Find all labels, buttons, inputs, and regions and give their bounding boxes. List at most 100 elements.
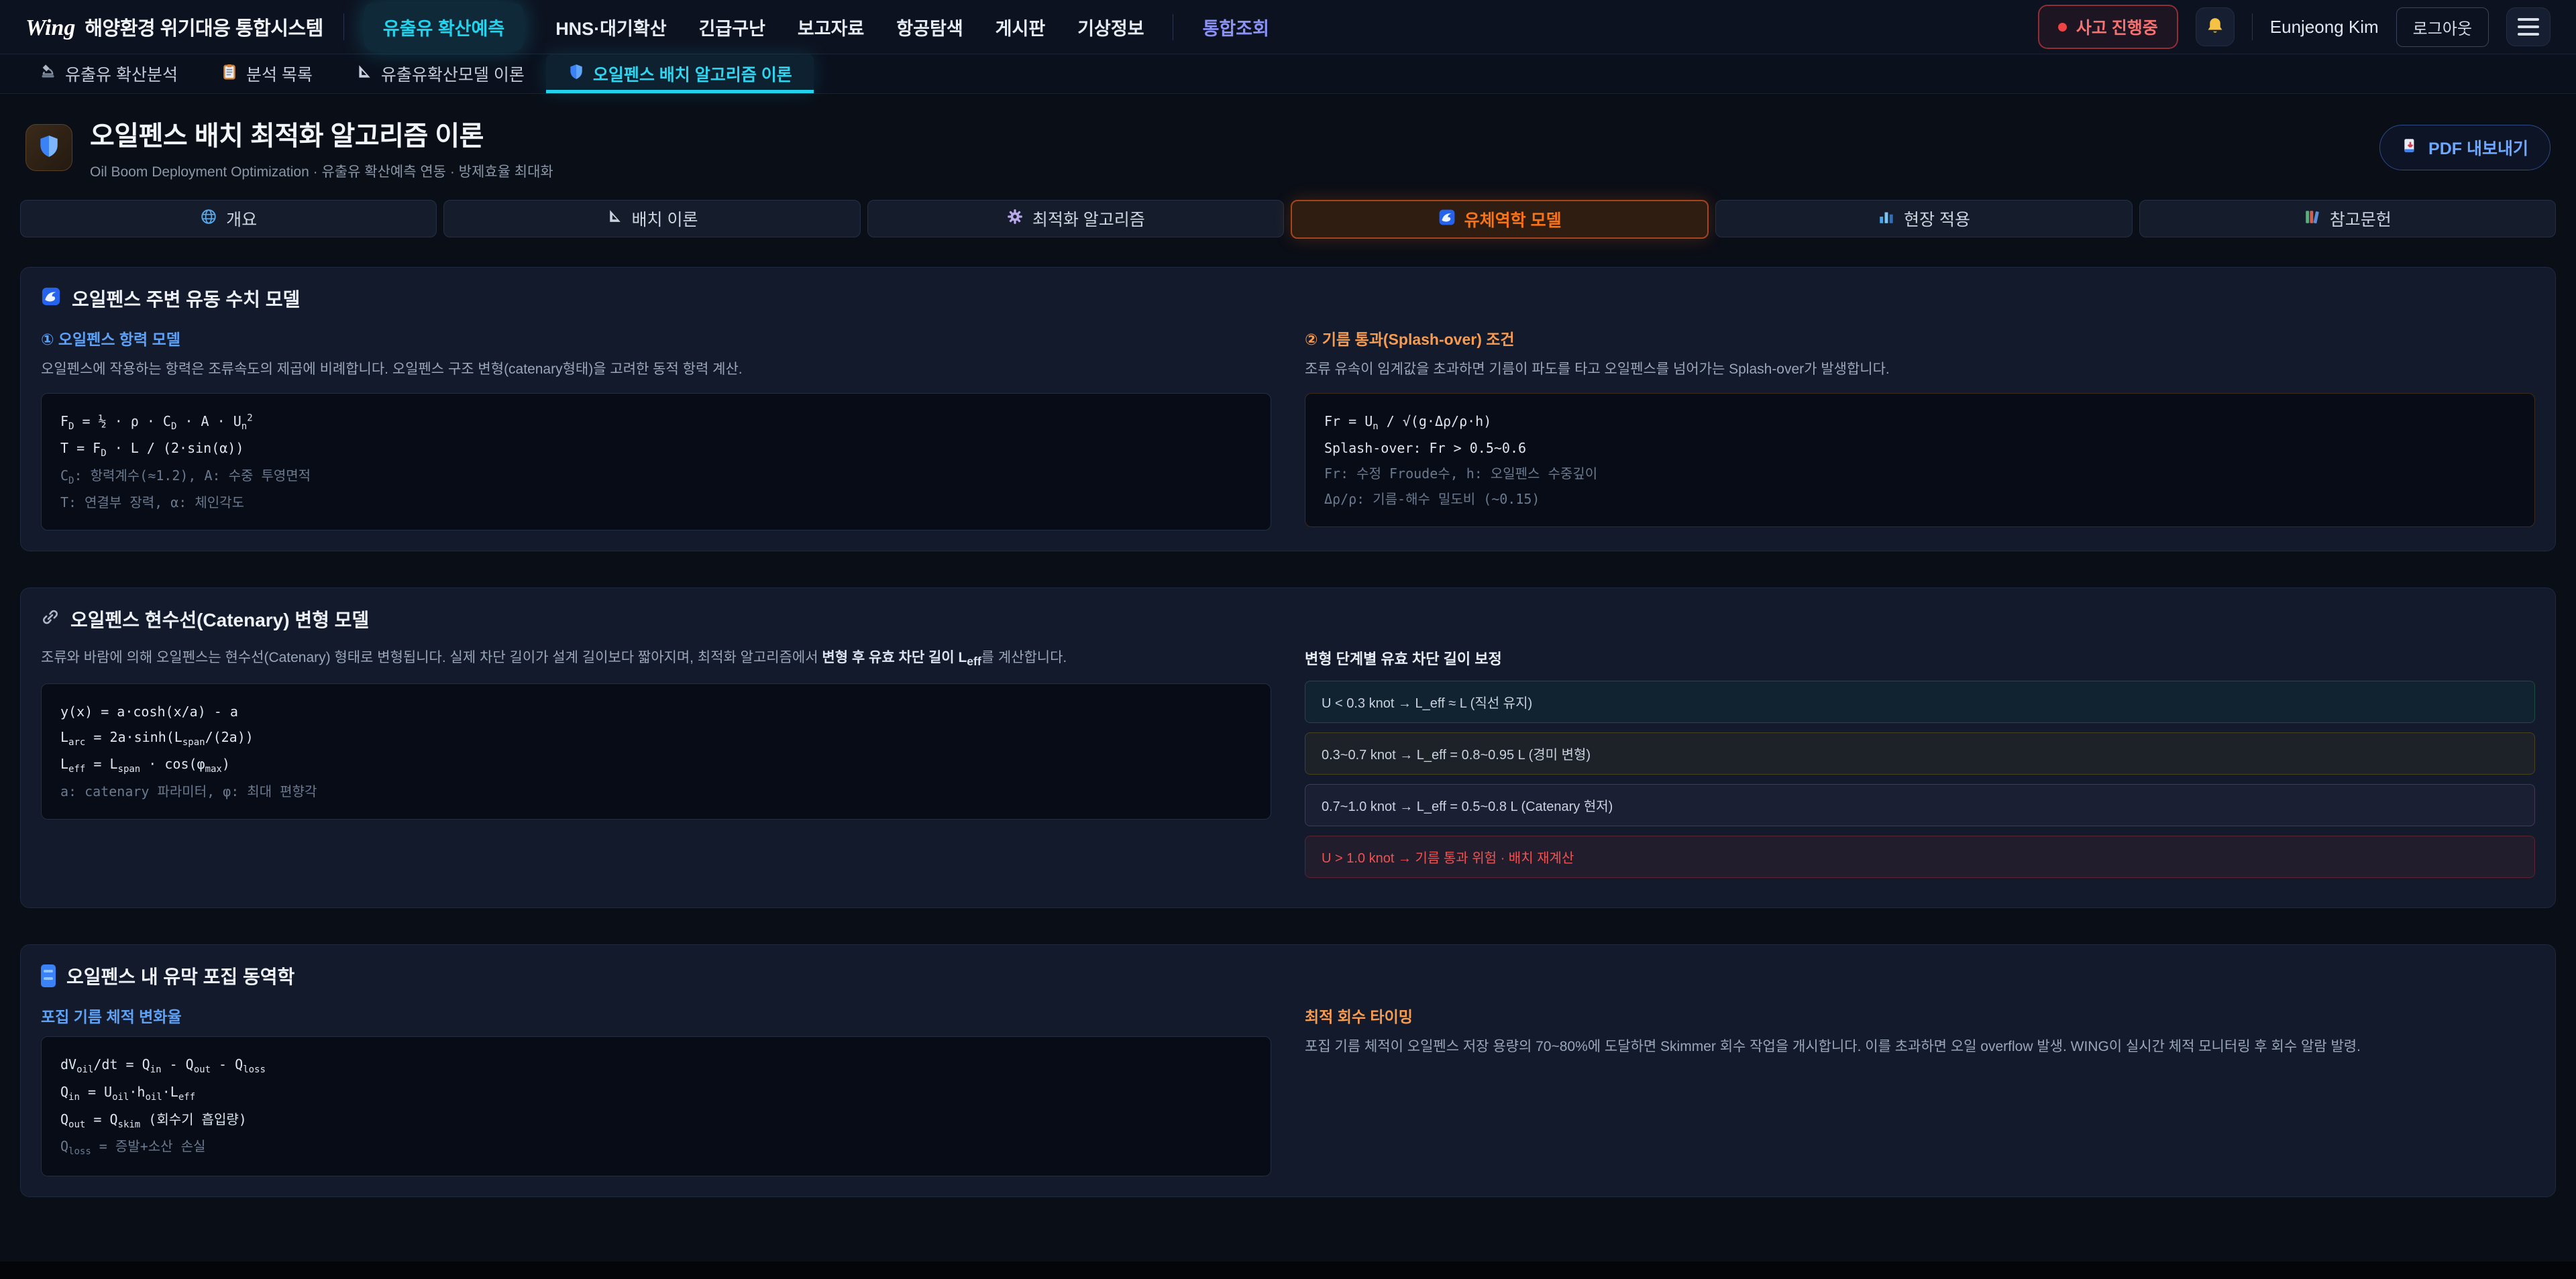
subtab-oilboom-algorithm-theory[interactable]: 오일펜스 배치 알고리즘 이론 xyxy=(546,54,814,93)
main-nav: 유출유 확산예측 HNS·대기확산 긴급구난 보고자료 항공탐색 게시판 기상정… xyxy=(364,3,1269,51)
shield-icon xyxy=(36,133,62,162)
flow-model-card: 오일펜스 주변 유동 수치 모델 ① 오일펜스 항력 모델 오일펜스에 작용하는… xyxy=(20,267,2556,551)
formula-comment-line: Fr: 수정 Froude수, h: 오일펜스 수중깊이 xyxy=(1324,461,2516,486)
subtab-label: 유출유 확산분석 xyxy=(65,62,178,86)
subtab-analysis-list[interactable]: 분석 목록 xyxy=(199,54,334,93)
pdf-document-icon xyxy=(2402,137,2419,159)
incident-dot-icon xyxy=(2058,23,2067,32)
recovery-timing-heading: 최적 회수 타이밍 xyxy=(1305,1004,2535,1027)
nav-item-weather-info[interactable]: 기상정보 xyxy=(1077,14,1144,40)
flow-model-columns: ① 오일펜스 항력 모델 오일펜스에 작용하는 항력은 조류속도의 제곱에 비례… xyxy=(41,327,2535,531)
formula-line: Qin = Uoil·hoil·Leff xyxy=(60,1079,1252,1107)
formula-line: Leff = Lspan · cos(φmax) xyxy=(60,751,1252,779)
drag-model-heading: ① 오일펜스 항력 모델 xyxy=(41,327,1271,349)
header-right-cluster: 사고 진행중 Eunjeong Kim 로그아웃 xyxy=(2038,5,2551,49)
gear-icon xyxy=(1006,208,1024,230)
subtab-label: 유출유확산모델 이론 xyxy=(381,62,525,86)
formula-comment-line: a: catenary 파라미터, φ: 최대 편향각 xyxy=(60,779,1252,804)
set-square-icon xyxy=(606,208,623,229)
shield-icon xyxy=(568,63,585,85)
nav-item-board[interactable]: 게시판 xyxy=(996,14,1046,40)
set-square-icon xyxy=(356,63,373,85)
splash-over-description: 조류 유속이 임계값을 초과하면 기름이 파도를 타고 오일펜스를 넘어가는 S… xyxy=(1305,359,2535,381)
tab-label: 현장 적용 xyxy=(1904,207,1970,231)
formula-comment-line: T: 연결부 장력, α: 체인각도 xyxy=(60,490,1252,515)
deformation-rule-row: U > 1.0 knot → 기름 통과 위험 · 배치 재계산 xyxy=(1305,836,2535,878)
bell-icon xyxy=(2205,16,2225,38)
catenary-description-text: 조류와 바람에 의해 오일펜스는 현수선(Catenary) 형태로 변형됩니다… xyxy=(41,650,822,665)
app-header: Wing 해양환경 위기대응 통합시스템 유출유 확산예측 HNS·대기확산 긴… xyxy=(0,0,2576,54)
link-icon xyxy=(41,608,60,631)
wave-icon xyxy=(41,286,61,311)
catenary-description-bold: 변형 후 유효 차단 길이 Leff xyxy=(822,650,981,665)
formula-line: y(x) = a·cosh(x/a) - a xyxy=(60,699,1252,724)
tab-deployment-theory[interactable]: 배치 이론 xyxy=(443,200,860,237)
nav-item-oil-spill-prediction[interactable]: 유출유 확산예측 xyxy=(364,3,523,51)
splash-over-formula-block: Fr = Un / √(g·Δρ/ρ·h) Splash-over: Fr > … xyxy=(1305,393,2535,528)
deformation-rule-row: 0.7~1.0 knot → L_eff = 0.5~0.8 L (Catena… xyxy=(1305,784,2535,826)
deformation-rules-column: 변형 단계별 유효 차단 길이 보정 U < 0.3 knot → L_eff … xyxy=(1305,647,2535,887)
subtab-spill-diffusion-analysis[interactable]: 유출유 확산분석 xyxy=(17,54,199,93)
tab-field-application[interactable]: 현장 적용 xyxy=(1715,200,2132,237)
formula-line: Splash-over: Fr > 0.5~0.6 xyxy=(1324,435,2516,461)
nav-item-integrated-search[interactable]: 통합조회 xyxy=(1173,14,1269,40)
page-head: 오일펜스 배치 최적화 알고리즘 이론 Oil Boom Deployment … xyxy=(0,94,2576,197)
drag-model-formula-block: FD = ½ · ρ · CD · A · Un2 T = FD · L / (… xyxy=(41,393,1271,531)
subtab-bar: 유출유 확산분석 분석 목록 유출유확산모델 이론 오일펜스 배치 알고리즘 이… xyxy=(0,54,2576,94)
catenary-description-text: 를 계산합니다. xyxy=(981,650,1067,665)
page-subtitle: Oil Boom Deployment Optimization · 유출유 확… xyxy=(90,161,553,181)
deformation-rule-row: 0.3~0.7 knot → L_eff = 0.8~0.95 L (경미 변형… xyxy=(1305,732,2535,775)
drag-model-column: ① 오일펜스 항력 모델 오일펜스에 작용하는 항력은 조류속도의 제곱에 비례… xyxy=(41,327,1271,531)
hamburger-menu-icon xyxy=(2518,18,2539,36)
app-title: 해양환경 위기대응 통합시스템 xyxy=(85,13,323,41)
formula-line: Qout = Qskim (회수기 흡입량) xyxy=(60,1107,1252,1134)
bottom-strip xyxy=(0,1262,2576,1279)
subtab-diffusion-model-theory[interactable]: 유출유확산모델 이론 xyxy=(334,54,546,93)
flow-model-header: 오일펜스 주변 유동 수치 모델 xyxy=(41,285,2535,312)
volume-rate-heading: 포집 기름 체적 변화율 xyxy=(41,1004,1271,1027)
tab-optimization-algorithm[interactable]: 최적화 알고리즘 xyxy=(867,200,1284,237)
page-title: 오일펜스 배치 최적화 알고리즘 이론 xyxy=(90,114,553,153)
logout-button[interactable]: 로그아웃 xyxy=(2396,7,2489,47)
incident-status-badge[interactable]: 사고 진행중 xyxy=(2038,5,2178,49)
volume-rate-column: 포집 기름 체적 변화율 dVoil/dt = Qin - Qout - Qlo… xyxy=(41,1004,1271,1176)
tab-label: 최적화 알고리즘 xyxy=(1032,207,1145,231)
capture-dynamics-card: 오일펜스 내 유막 포집 동역학 포집 기름 체적 변화율 dVoil/dt =… xyxy=(20,944,2556,1197)
subtab-label: 분석 목록 xyxy=(246,62,313,86)
formula-line: Larc = 2a·sinh(Lspan/(2a)) xyxy=(60,724,1252,752)
catenary-formula-block: y(x) = a·cosh(x/a) - a Larc = 2a·sinh(Ls… xyxy=(41,683,1271,820)
tab-label: 개요 xyxy=(226,207,257,231)
user-name: Eunjeong Kim xyxy=(2270,17,2379,38)
wave-icon xyxy=(1438,209,1456,231)
logo-wordmark: Wing xyxy=(25,15,75,41)
drag-model-description: 오일펜스에 작용하는 항력은 조류속도의 제곱에 비례합니다. 오일펜스 구조 … xyxy=(41,359,1271,381)
nav-item-hns-air-dispersion[interactable]: HNS·대기확산 xyxy=(555,14,666,40)
nav-item-aerial-search[interactable]: 항공탐색 xyxy=(896,14,963,40)
tab-hydrodynamics-model[interactable]: 유체역학 모델 xyxy=(1291,200,1709,239)
nav-item-emergency-rescue[interactable]: 긴급구난 xyxy=(699,14,765,40)
tab-references[interactable]: 참고문헌 xyxy=(2139,200,2556,237)
formula-line: dVoil/dt = Qin - Qout - Qloss xyxy=(60,1052,1252,1079)
header-divider xyxy=(343,13,344,40)
catenary-model-card: 오일펜스 현수선(Catenary) 변형 모델 조류와 바람에 의해 오일펜스… xyxy=(20,588,2556,908)
recovery-timing-description: 포집 기름 체적이 오일펜스 저장 용량의 70~80%에 도달하면 Skimm… xyxy=(1305,1036,2535,1058)
volume-rate-formula-block: dVoil/dt = Qin - Qout - Qloss Qin = Uoil… xyxy=(41,1036,1271,1176)
globe-icon xyxy=(200,208,217,230)
page-titles: 오일펜스 배치 최적화 알고리즘 이론 Oil Boom Deployment … xyxy=(90,114,553,181)
catenary-model-title: 오일펜스 현수선(Catenary) 변형 모델 xyxy=(70,606,369,632)
header-divider xyxy=(2252,13,2253,40)
tab-label: 참고문헌 xyxy=(2330,207,2392,231)
pdf-export-button[interactable]: PDF 내보내기 xyxy=(2379,125,2551,170)
notifications-button[interactable] xyxy=(2196,7,2235,46)
splash-over-column: ② 기름 통과(Splash-over) 조건 조류 유속이 임계값을 초과하면… xyxy=(1305,327,2535,527)
bar-chart-icon xyxy=(1878,208,1895,230)
app-logo: Wing 해양환경 위기대응 통합시스템 xyxy=(25,13,323,41)
tab-label: 배치 이론 xyxy=(632,207,698,231)
menu-button[interactable] xyxy=(2506,7,2551,46)
catenary-model-header: 오일펜스 현수선(Catenary) 변형 모델 xyxy=(41,606,2535,632)
catenary-formula-column: 조류와 바람에 의해 오일펜스는 현수선(Catenary) 형태로 변형됩니다… xyxy=(41,647,1271,820)
tab-overview[interactable]: 개요 xyxy=(20,200,437,237)
nav-item-reports[interactable]: 보고자료 xyxy=(798,14,864,40)
page-shield-emblem xyxy=(25,124,72,171)
formula-comment-line: Qloss = 증발+소산 손실 xyxy=(60,1133,1252,1161)
